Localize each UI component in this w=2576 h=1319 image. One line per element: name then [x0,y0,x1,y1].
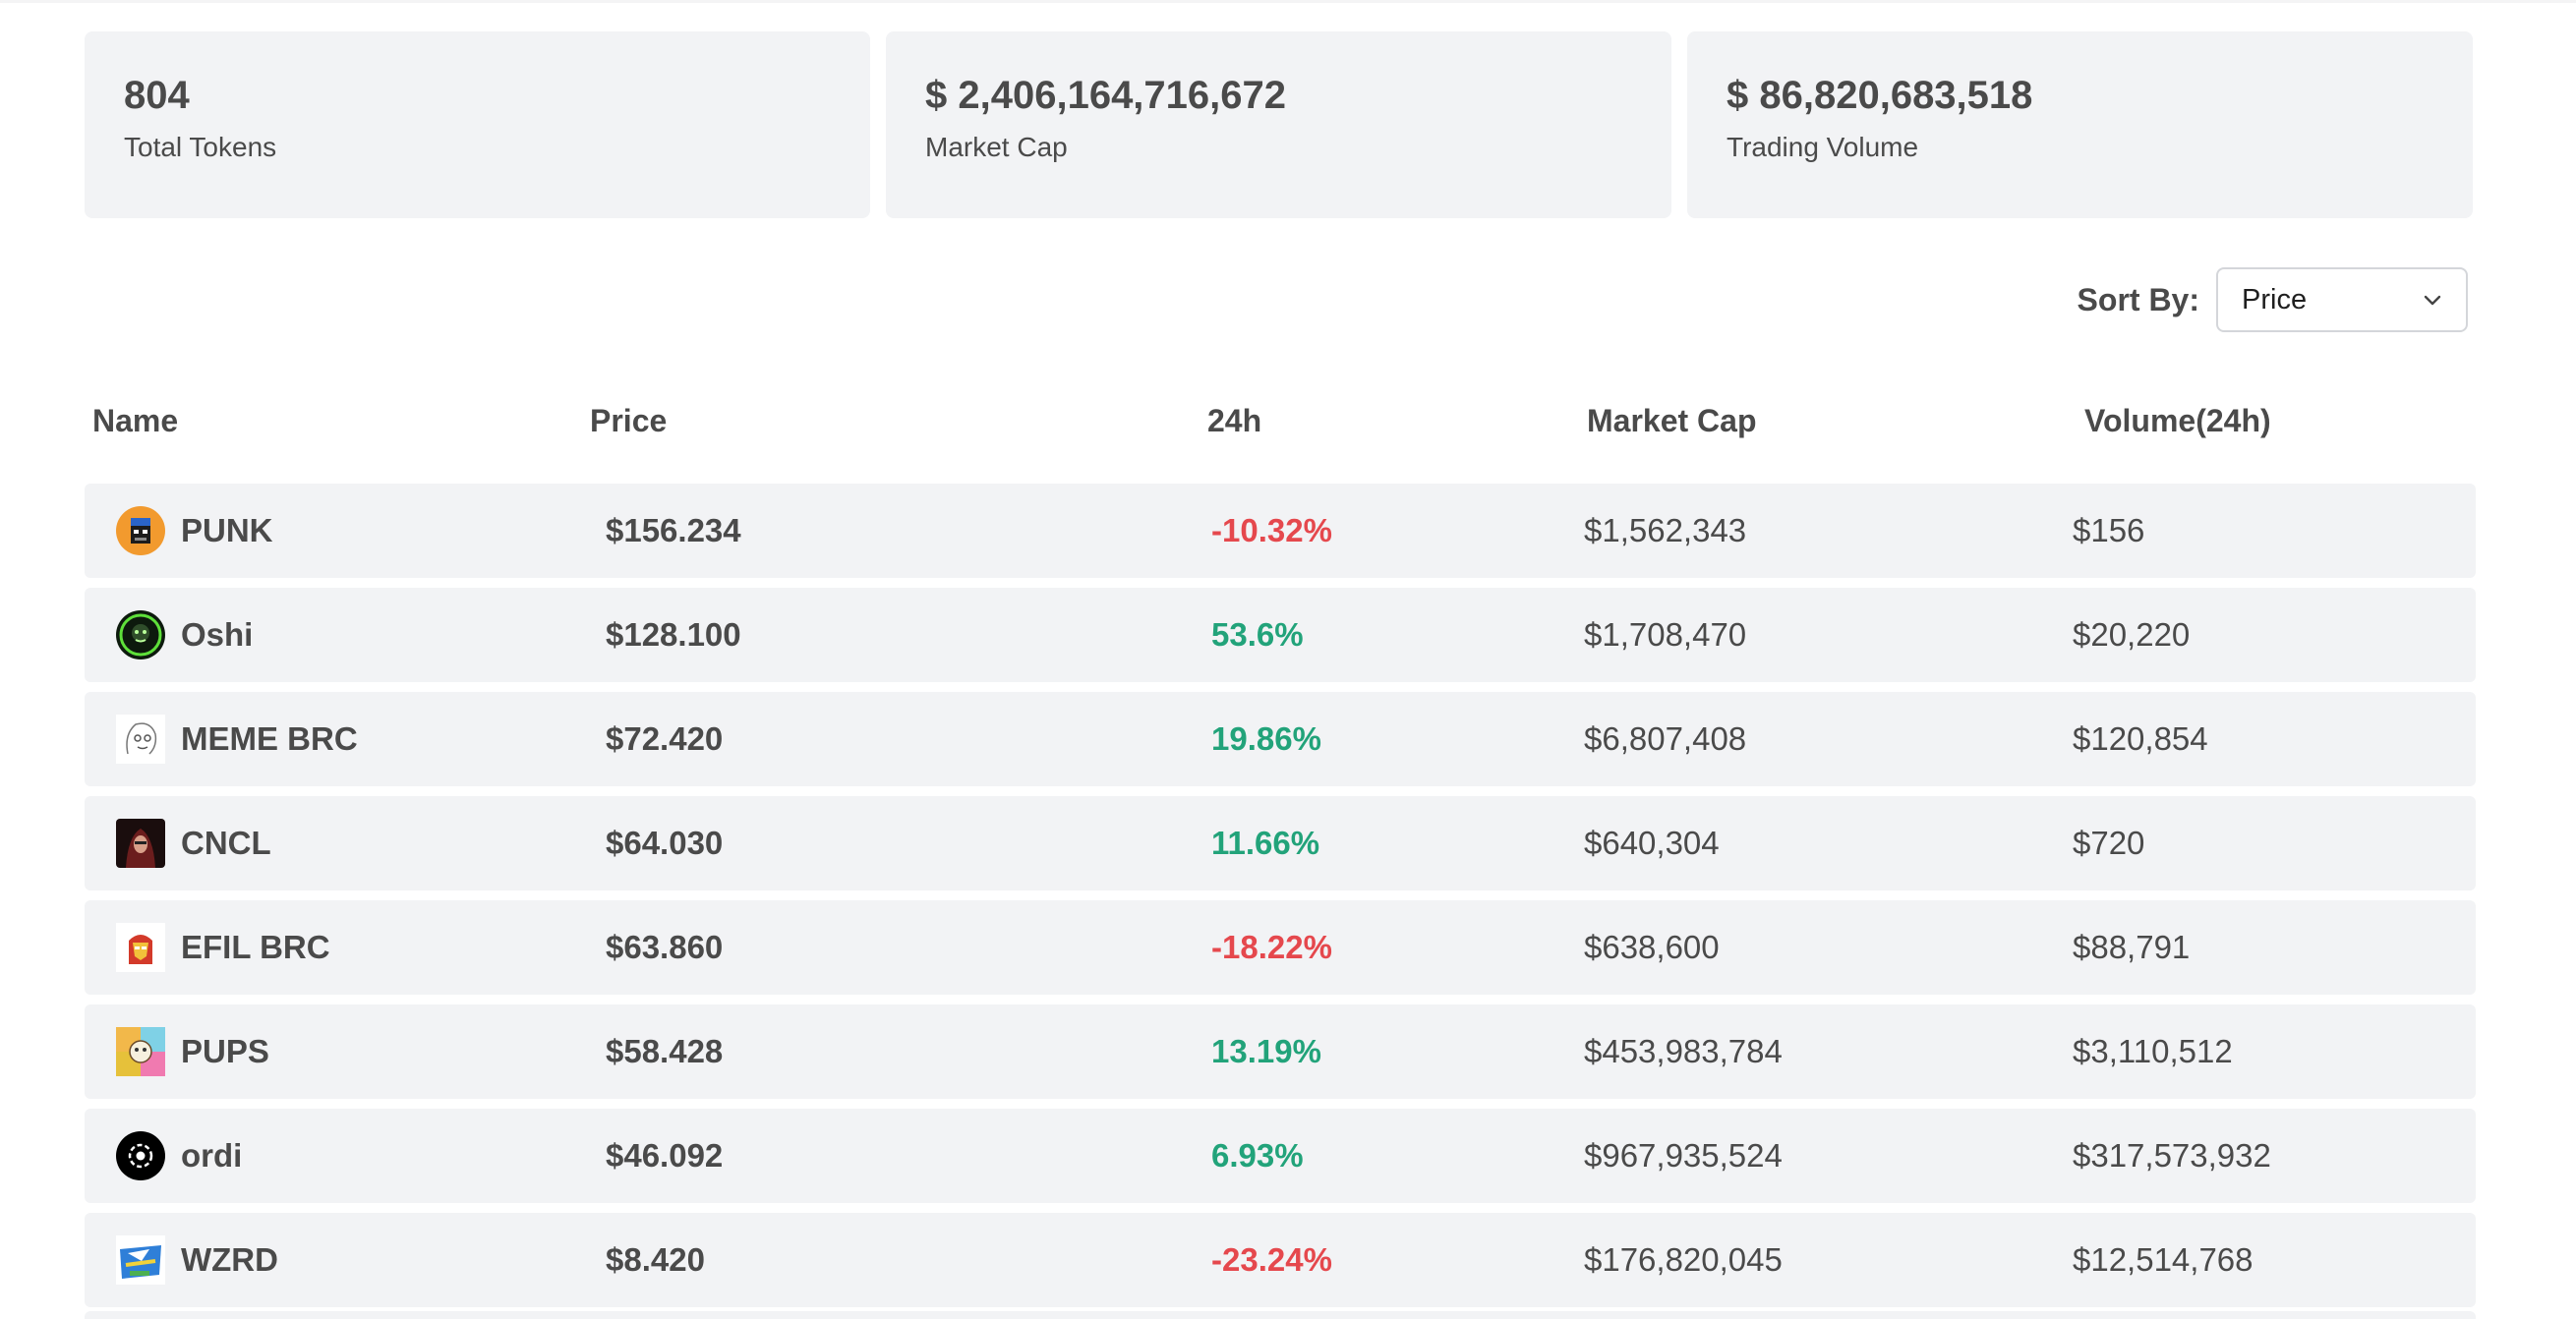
efil-brc-token-icon [116,923,165,972]
token-volume: $120,854 [2073,720,2208,757]
token-change-24h: -23.24% [1211,1241,1332,1278]
sort-selected-value: Price [2242,283,2308,315]
token-volume: $12,514,768 [2073,1241,2254,1278]
token-name: ordi [181,1137,243,1174]
token-market-cap: $1,708,470 [1584,616,1747,653]
table-row[interactable]: WZRD $8.420 -23.24% $176,820,045 $12,514… [85,1213,2476,1307]
header-market-cap[interactable]: Market Cap [1587,397,1757,444]
token-market-cap: $640,304 [1584,825,1720,861]
token-volume: $88,791 [2073,929,2191,965]
table-row[interactable]: EFIL BRC $63.860 -18.22% $638,600 $88,79… [85,900,2476,995]
token-volume: $156 [2073,512,2145,548]
token-price: $8.420 [606,1241,705,1278]
token-name: WZRD [181,1241,278,1278]
market-cap-value: $ 2,406,164,716,672 [925,74,1287,117]
token-name: PUPS [181,1033,269,1069]
table-header: Name Price 24h Market Cap Volume(24h) [92,397,2472,444]
trading-volume-value: $ 86,820,683,518 [1727,74,2033,117]
header-name[interactable]: Name [92,397,178,444]
token-change-24h: -10.32% [1211,512,1332,548]
token-volume: $20,220 [2073,616,2191,653]
table-row[interactable]: ordi $46.092 6.93% $967,935,524 $317,573… [85,1109,2476,1203]
token-change-24h: 11.66% [1211,825,1320,861]
token-volume: $317,573,932 [2073,1137,2271,1174]
token-table: PUNK $156.234 -10.32% $1,562,343 $156 Os… [85,484,2476,1317]
oshi-token-icon [116,610,165,660]
token-name: PUNK [181,512,273,548]
token-name: Oshi [181,616,254,653]
table-row[interactable]: Oshi $128.100 53.6% $1,708,470 $20,220 [85,588,2476,682]
total-tokens-label: Total Tokens [124,132,277,162]
token-price: $156.234 [606,512,741,548]
table-row[interactable]: MEME BRC $72.420 19.86% $6,807,408 $120,… [85,692,2476,786]
trading-volume-label: Trading Volume [1727,132,1919,162]
table-row[interactable]: PUPS $58.428 13.19% $453,983,784 $3,110,… [85,1004,2476,1099]
trading-volume-card: $ 86,820,683,518 Trading Volume [1687,31,2473,218]
punk-token-icon [116,506,165,555]
market-cap-card: $ 2,406,164,716,672 Market Cap [886,31,1671,218]
sort-bar: Sort By: Price [2078,267,2468,332]
table-row[interactable]: CNCL $64.030 11.66% $640,304 $720 [85,796,2476,890]
header-price[interactable]: Price [590,397,667,444]
table-row-partial [85,1311,2476,1319]
ordi-token-icon [116,1131,165,1180]
market-cap-label: Market Cap [925,132,1068,162]
token-price: $46.092 [606,1137,724,1174]
token-change-24h: 6.93% [1211,1137,1304,1174]
token-market-cap: $453,983,784 [1584,1033,1783,1069]
token-market-cap: $1,562,343 [1584,512,1747,548]
token-market-cap: $6,807,408 [1584,720,1747,757]
token-change-24h: -18.22% [1211,929,1332,965]
token-change-24h: 13.19% [1211,1033,1321,1069]
token-volume: $3,110,512 [2073,1033,2233,1069]
pups-token-icon [116,1027,165,1076]
token-change-24h: 53.6% [1211,616,1304,653]
sort-by-select[interactable]: Price [2216,267,2468,332]
top-divider [0,0,2576,3]
token-volume: $720 [2073,825,2145,861]
cncl-token-icon [116,819,165,868]
token-name: CNCL [181,825,271,861]
wzrd-token-icon [116,1235,165,1285]
token-price: $72.420 [606,720,724,757]
token-price: $58.428 [606,1033,724,1069]
stats-bar: 804 Total Tokens $ 2,406,164,716,672 Mar… [85,31,2473,218]
token-name: EFIL BRC [181,929,330,965]
token-price: $63.860 [606,929,724,965]
token-market-cap: $176,820,045 [1584,1241,1783,1278]
header-24h[interactable]: 24h [1207,397,1261,444]
chevron-down-icon [2421,288,2444,312]
meme-brc-token-icon [116,715,165,764]
table-row[interactable]: PUNK $156.234 -10.32% $1,562,343 $156 [85,484,2476,578]
total-tokens-value: 804 [124,74,190,117]
token-change-24h: 19.86% [1211,720,1321,757]
token-price: $64.030 [606,825,724,861]
sort-by-label: Sort By: [2077,281,2199,317]
token-name: MEME BRC [181,720,358,757]
token-market-cap: $967,935,524 [1584,1137,1783,1174]
token-market-cap: $638,600 [1584,929,1720,965]
total-tokens-card: 804 Total Tokens [85,31,870,218]
header-volume[interactable]: Volume(24h) [2084,397,2271,444]
token-price: $128.100 [606,616,741,653]
